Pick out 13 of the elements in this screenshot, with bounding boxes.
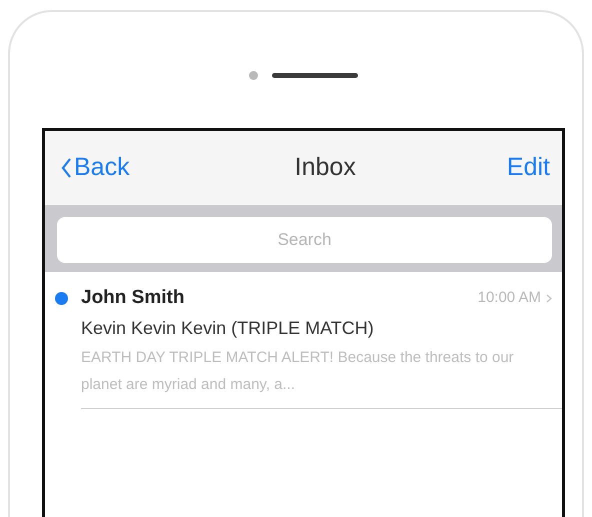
search-field[interactable]: Search	[57, 217, 552, 263]
inbox-title: Inbox	[294, 152, 356, 184]
speaker-slot-icon	[272, 72, 358, 78]
chevron-right-icon	[546, 294, 552, 303]
message-time: 10:00 AM	[478, 288, 541, 308]
camera-dot-icon	[249, 70, 258, 80]
back-button[interactable]: Back	[61, 149, 130, 187]
message-subject: Kevin Kevin Kevin (TRIPLE MATCH)	[81, 316, 375, 340]
message-preview: EARTH DAY TRIPLE MATCH ALERT! Because the threats to our planet are myriad and many, a...	[81, 348, 515, 394]
sender-name: John Smith	[81, 286, 186, 310]
chevron-left-icon	[61, 157, 72, 179]
message-row[interactable]: John Smith 10:00 AM Kevin Kevin Kevin (TRIPLE MATCH) EARTH DAY TRIPLE MATCH ALERT! Because the threats to our planet are myriad and many, a...	[45, 272, 562, 408]
edit-button[interactable]: Edit	[506, 149, 550, 187]
